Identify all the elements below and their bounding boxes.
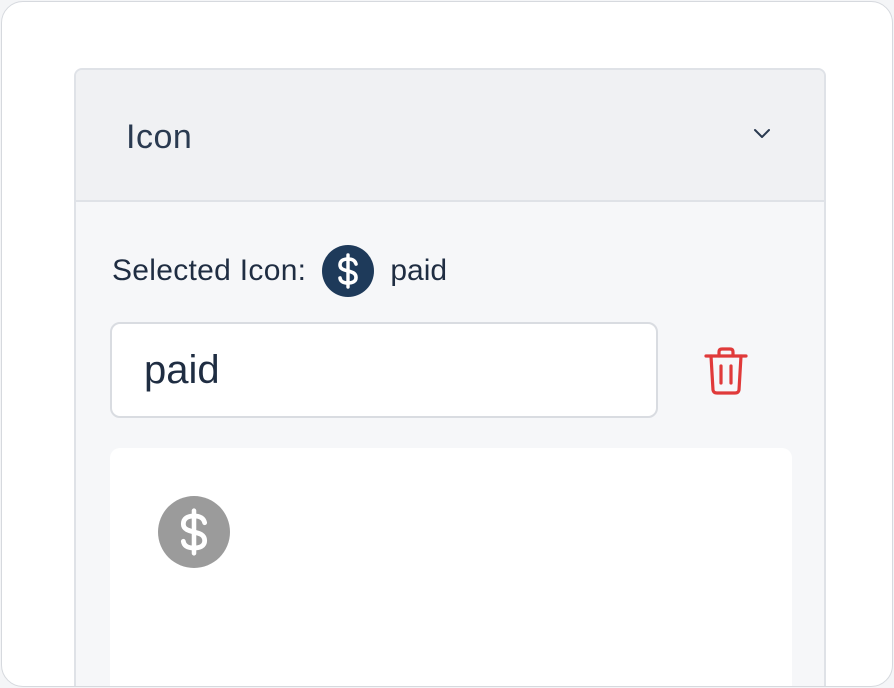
paid-icon	[322, 245, 375, 297]
paid-icon[interactable]	[158, 496, 230, 568]
selected-icon-name: paid	[390, 254, 448, 287]
icon-panel-header[interactable]: Icon	[76, 70, 824, 202]
trash-icon	[704, 347, 748, 395]
icon-panel: Icon Selected Icon: paid	[74, 68, 826, 686]
selected-icon-label: Selected Icon:	[112, 254, 307, 287]
panel-title: Icon	[126, 118, 193, 156]
app-frame: Icon Selected Icon: paid	[1, 1, 893, 687]
icon-results-grid	[110, 448, 792, 686]
icon-search-input[interactable]	[110, 322, 658, 418]
delete-button[interactable]	[698, 346, 754, 396]
selected-icon-row: Selected Icon: paid	[112, 245, 448, 297]
chevron-down-icon[interactable]	[752, 126, 772, 140]
